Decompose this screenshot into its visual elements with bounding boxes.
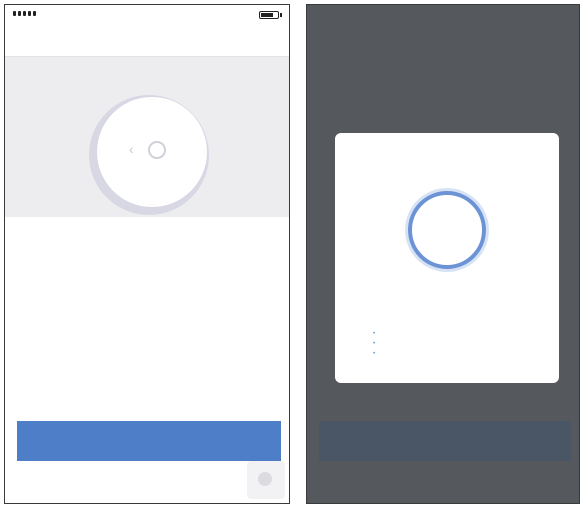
step-item xyxy=(373,339,379,349)
nav-bar xyxy=(5,27,289,57)
device-illustration: ‹ xyxy=(5,57,289,217)
battery-icon xyxy=(259,11,279,19)
connecting-modal xyxy=(335,133,559,383)
home-icon[interactable] xyxy=(247,461,285,499)
step-item xyxy=(373,329,379,339)
status-bar xyxy=(5,5,289,25)
signal-icon xyxy=(13,11,36,16)
step-list xyxy=(373,329,379,359)
confirm-button-dimmed xyxy=(319,421,571,461)
indicator-light-icon xyxy=(148,141,166,159)
device-icon: ‹ xyxy=(97,97,207,207)
right-phone-screen xyxy=(306,4,580,504)
progress-ring xyxy=(408,191,486,269)
step-item xyxy=(373,349,379,359)
battery-cap-icon xyxy=(280,13,282,17)
chevron-left-icon: ‹ xyxy=(129,141,134,157)
left-phone-screen: ‹ xyxy=(4,4,290,504)
confirm-button[interactable] xyxy=(17,421,281,461)
